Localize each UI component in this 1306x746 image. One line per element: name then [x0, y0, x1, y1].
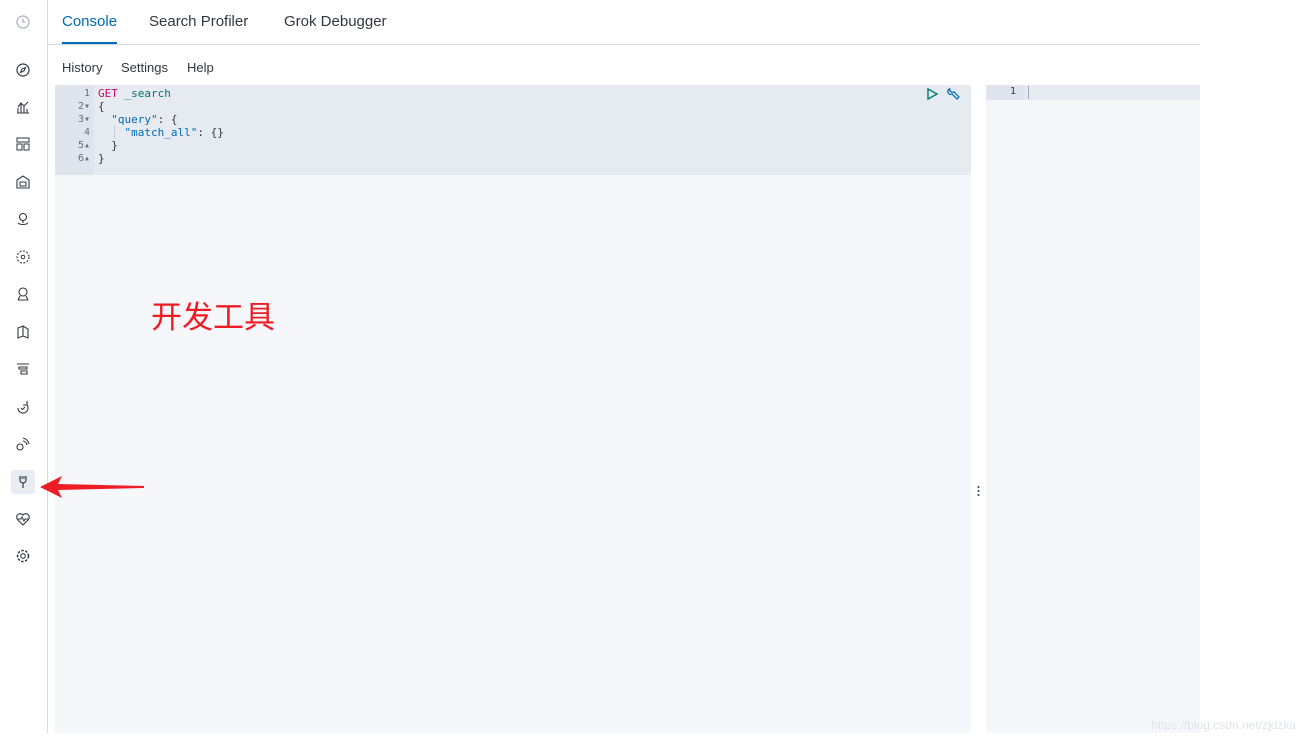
run-icon[interactable]	[924, 86, 940, 102]
editor-actions	[924, 86, 961, 102]
code-line: }	[98, 152, 105, 165]
clock-icon[interactable]	[11, 10, 35, 34]
menu-help[interactable]: Help	[187, 60, 214, 75]
tab-console[interactable]: Console	[62, 0, 118, 44]
line-number: 1	[83, 88, 90, 99]
editor-text-area[interactable]: GET _search { "query": { │ "match_all": …	[94, 85, 971, 733]
management-icon[interactable]	[11, 544, 35, 568]
code-line: GET _search	[98, 87, 171, 100]
dev-tools-icon[interactable]	[11, 470, 35, 494]
annotation-text: 开发工具	[151, 300, 275, 336]
apm-icon[interactable]	[11, 357, 35, 381]
menu-history[interactable]: History	[62, 60, 102, 75]
logs-icon[interactable]	[11, 320, 35, 344]
menu-settings[interactable]: Settings	[121, 60, 168, 75]
wrench-icon[interactable]	[945, 86, 961, 102]
line-number: 6▴	[77, 153, 90, 164]
dashboard-icon[interactable]	[11, 132, 35, 156]
tab-grok-debugger[interactable]: Grok Debugger	[284, 0, 387, 44]
line-number: 5▴	[77, 140, 90, 151]
visualize-icon[interactable]	[11, 95, 35, 119]
ml-icon[interactable]	[11, 245, 35, 269]
signals-icon[interactable]	[11, 432, 35, 456]
code-line: {	[98, 100, 105, 113]
uptime-icon[interactable]	[11, 395, 35, 419]
tab-search-profiler[interactable]: Search Profiler	[149, 0, 248, 44]
line-number: 2▾	[77, 101, 90, 112]
annotation-arrow-icon	[40, 476, 144, 498]
discover-icon[interactable]	[11, 58, 35, 82]
monitoring-icon[interactable]	[11, 507, 35, 531]
response-output[interactable]: 1	[986, 85, 1200, 733]
line-number: 4	[83, 127, 90, 138]
watermark: https://blog.csdn.net/zjdzka	[1151, 718, 1296, 732]
code-line: │ "match_all": {}	[111, 126, 224, 139]
panel-resizer[interactable]	[972, 85, 985, 733]
output-cursor	[1028, 86, 1029, 99]
editor-gutter: 1 2▾ 3▾ 4 5▴ 6▴	[55, 85, 94, 733]
code-line: "query": {	[111, 113, 178, 126]
maps-icon[interactable]	[11, 207, 35, 231]
line-number: 3▾	[77, 114, 90, 125]
output-line-number: 1	[1009, 86, 1016, 97]
canvas-icon[interactable]	[11, 170, 35, 194]
drag-handle-icon[interactable]	[977, 485, 980, 497]
request-editor[interactable]: 1 2▾ 3▾ 4 5▴ 6▴ GET _search { "query": {…	[55, 85, 971, 733]
side-nav	[0, 0, 48, 733]
code-line: }	[98, 139, 118, 152]
graph-icon[interactable]	[11, 282, 35, 306]
dev-tools-tabs: Console Search Profiler Grok Debugger	[48, 0, 1200, 45]
output-gutter	[986, 85, 1025, 733]
